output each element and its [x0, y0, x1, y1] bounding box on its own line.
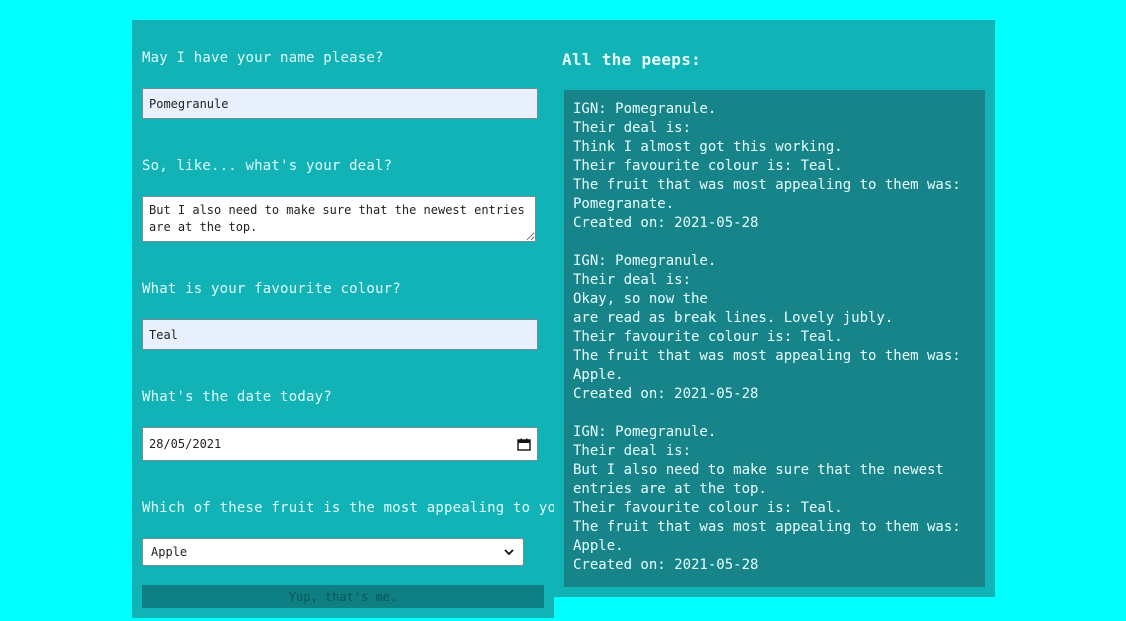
list-item: IGN: Pomegranule. Their deal is: Okay, s…: [573, 252, 976, 404]
deal-textarea[interactable]: But I also need to make sure that the ne…: [142, 196, 536, 242]
entry-form: May I have your name please? So, like...…: [132, 20, 573, 618]
name-question-label: May I have your name please?: [142, 50, 384, 66]
entry-ign: IGN: Pomegranule.: [573, 424, 717, 440]
date-question-label: What's the date today?: [142, 389, 332, 405]
peeps-panel: All the peeps: IGN: Pomegranule. Their d…: [554, 20, 995, 597]
name-input[interactable]: [142, 88, 538, 119]
entry-fruit: Apple.: [573, 538, 624, 554]
date-value: 28/05/2021: [149, 437, 222, 451]
submit-button[interactable]: Yup, that's me.: [142, 585, 544, 608]
list-item: IGN: Pomegranule. Their deal is: Think I…: [573, 100, 976, 233]
entry-fruit: Pomegranate.: [573, 196, 675, 212]
entry-fruit-label: The fruit that was most appealing to the…: [573, 348, 961, 364]
entry-ign: IGN: Pomegranule.: [573, 101, 717, 117]
entry-deal-label: Their deal is:: [573, 443, 692, 459]
entry-colour: Their favourite colour is: Teal.: [573, 500, 843, 516]
fruit-select[interactable]: Apple: [142, 538, 524, 566]
peeps-list: IGN: Pomegranule. Their deal is: Think I…: [564, 90, 985, 587]
date-input[interactable]: 28/05/2021: [142, 427, 538, 461]
entry-created: Created on: 2021-05-28: [573, 215, 759, 231]
deal-question-label: So, like... what's your deal?: [142, 158, 393, 174]
fruit-question-label: Which of these fruit is the most appeali…: [142, 500, 574, 516]
chevron-down-icon: [503, 546, 515, 558]
entry-created: Created on: 2021-05-28: [573, 557, 759, 573]
entry-deal-label: Their deal is:: [573, 272, 692, 288]
fruit-selected-value: Apple: [151, 545, 188, 559]
entry-fruit-label: The fruit that was most appealing to the…: [573, 519, 961, 535]
entry-ign: IGN: Pomegranule.: [573, 253, 717, 269]
entry-colour: Their favourite colour is: Teal.: [573, 329, 843, 345]
entry-deal-label: Their deal is:: [573, 120, 692, 136]
colour-input[interactable]: [142, 319, 538, 350]
entry-deal: Okay, so now the are read as break lines…: [573, 291, 894, 326]
calendar-icon[interactable]: [517, 438, 531, 451]
entry-deal: Think I almost got this working.: [573, 139, 843, 155]
entry-fruit-label: The fruit that was most appealing to the…: [573, 177, 961, 193]
entry-fruit: Apple.: [573, 367, 624, 383]
entry-colour: Their favourite colour is: Teal.: [573, 158, 843, 174]
entry-deal: But I also need to make sure that the ne…: [573, 462, 953, 497]
entry-created: Created on: 2021-05-28: [573, 386, 759, 402]
list-item: IGN: Pomegranule. Their deal is: But I a…: [573, 423, 976, 575]
peeps-title: All the peeps:: [562, 50, 702, 69]
colour-question-label: What is your favourite colour?: [142, 281, 401, 297]
